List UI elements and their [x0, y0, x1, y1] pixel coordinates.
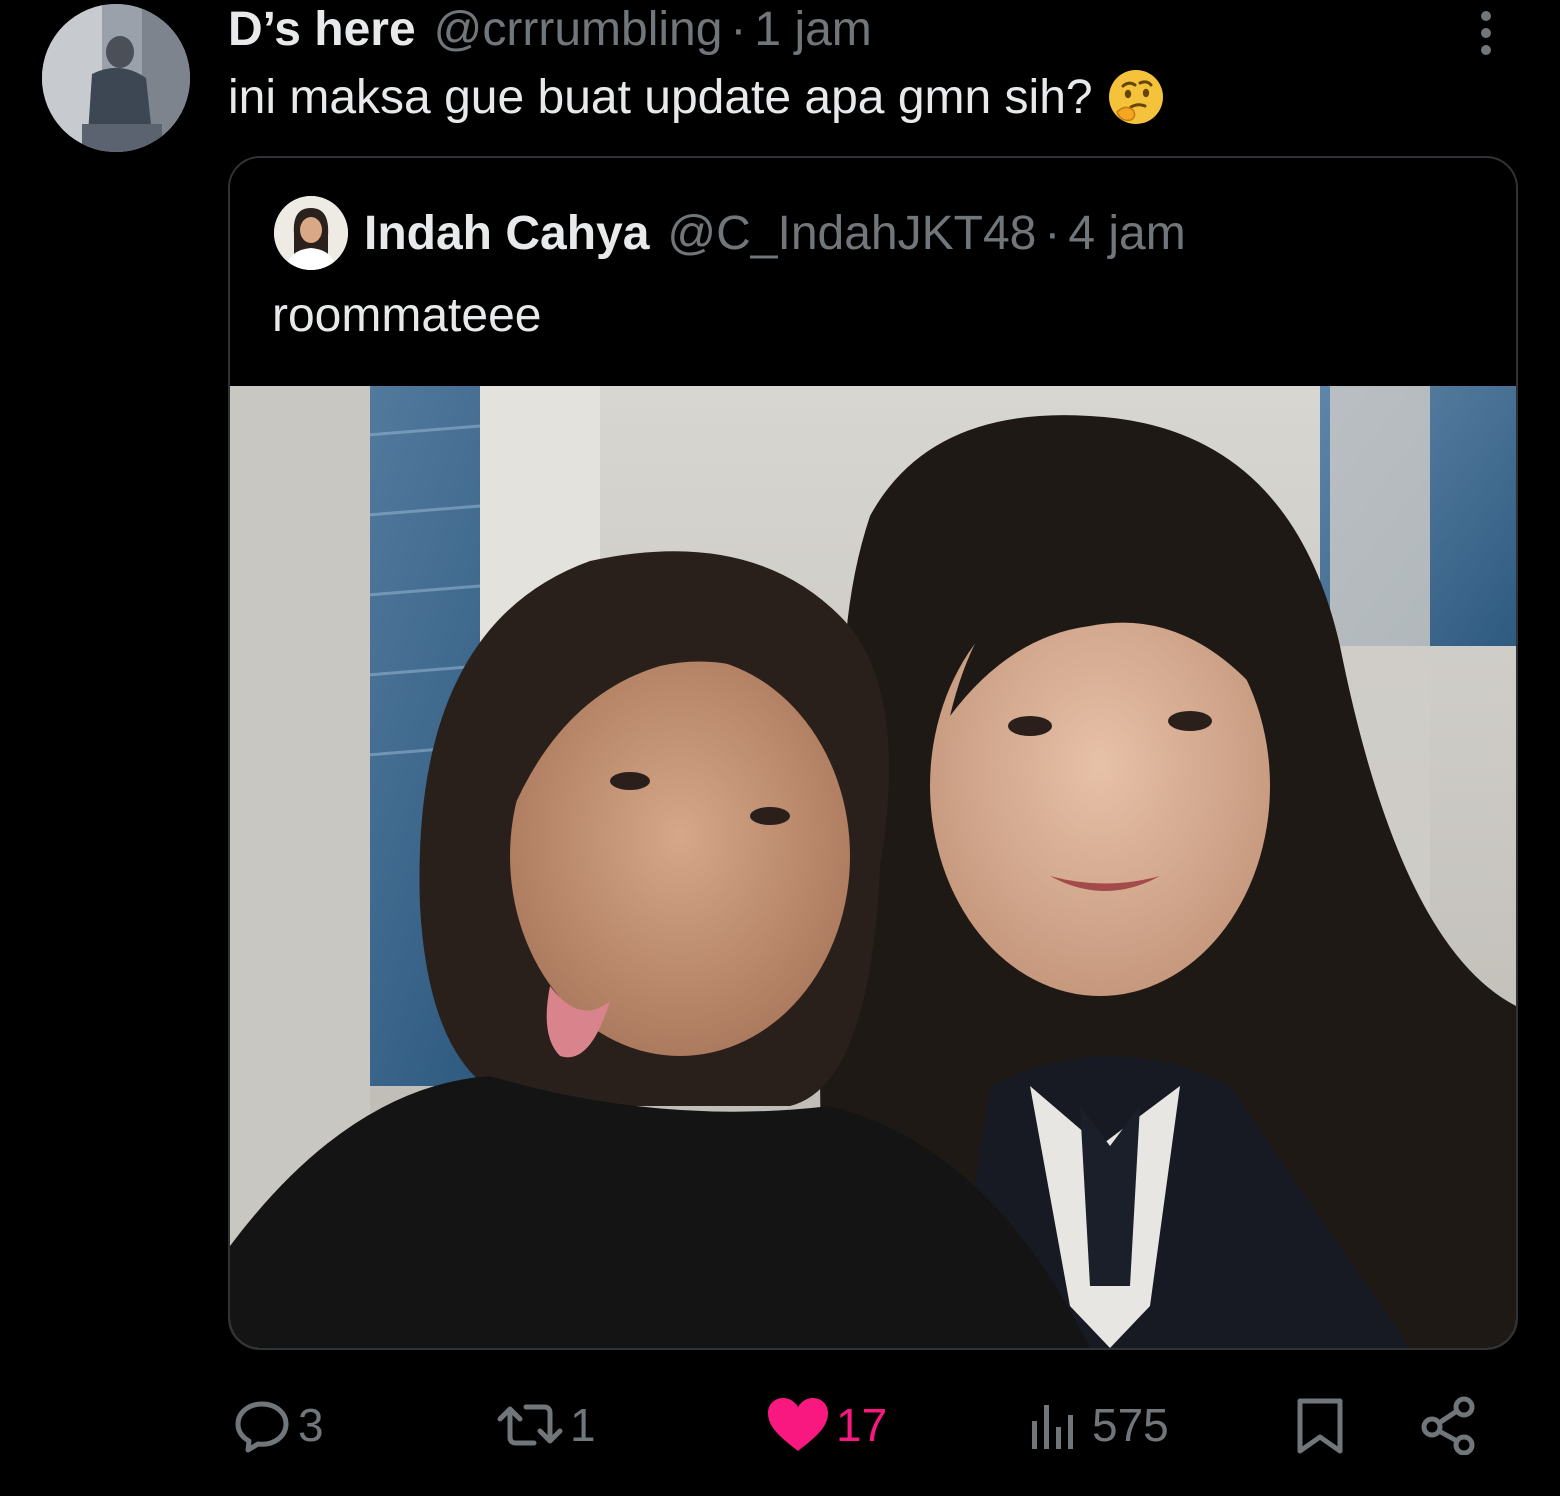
reply-button[interactable]: 3: [232, 1380, 324, 1470]
quoted-tweet-time[interactable]: 4 jam: [1068, 206, 1185, 261]
quoted-tweet-text: roommateee: [272, 289, 542, 342]
reply-count: 3: [298, 1399, 324, 1451]
tweet-text: ini maksa gue buat update apa gmn sih?: [228, 68, 1165, 126]
views-button[interactable]: 575: [1026, 1380, 1169, 1470]
quoted-tweet-card[interactable]: Indah Cahya @C_IndahJKT48 · 4 jam roomma…: [228, 156, 1518, 1350]
views-count: 575: [1092, 1399, 1169, 1451]
bookmark-button[interactable]: [1292, 1380, 1348, 1470]
like-count: 17: [836, 1399, 888, 1451]
quoted-author-display-name[interactable]: Indah Cahya: [364, 206, 649, 261]
repost-button[interactable]: 1: [496, 1380, 596, 1470]
selfie-photo[interactable]: [230, 386, 1516, 1348]
quoted-author-avatar[interactable]: [274, 196, 348, 270]
quoted-tweet-header: Indah Cahya @C_IndahJKT48 · 4 jam: [364, 202, 1186, 264]
like-button[interactable]: 17: [766, 1380, 887, 1470]
reply-icon: [235, 1401, 289, 1453]
quoted-author-handle[interactable]: @C_IndahJKT48: [667, 206, 1036, 261]
share-icon: [1421, 1396, 1475, 1455]
heart-icon: [768, 1398, 828, 1451]
quoted-separator-dot: ·: [1044, 206, 1061, 260]
separator-dot: ·: [730, 2, 747, 56]
user-avatar[interactable]: [42, 4, 190, 152]
repost-icon: [497, 1404, 563, 1446]
more-options-button[interactable]: [1470, 8, 1502, 58]
share-button[interactable]: [1418, 1380, 1478, 1470]
tweet-body: ini maksa gue buat update apa gmn sih?: [228, 70, 1093, 124]
more-icon: [1481, 11, 1491, 55]
tweet-actions: 3 1 17 575: [0, 1380, 1560, 1470]
views-icon: [1032, 1405, 1073, 1449]
thinking-face-emoji: [1107, 68, 1165, 126]
tweet-time[interactable]: 1 jam: [754, 2, 871, 57]
repost-count: 1: [570, 1399, 596, 1451]
bookmark-icon: [1297, 1398, 1343, 1454]
tweet-header: D’s here @crrrumbling · 1 jam: [228, 0, 872, 58]
author-handle[interactable]: @crrrumbling: [434, 2, 723, 57]
author-display-name[interactable]: D’s here: [228, 2, 416, 57]
